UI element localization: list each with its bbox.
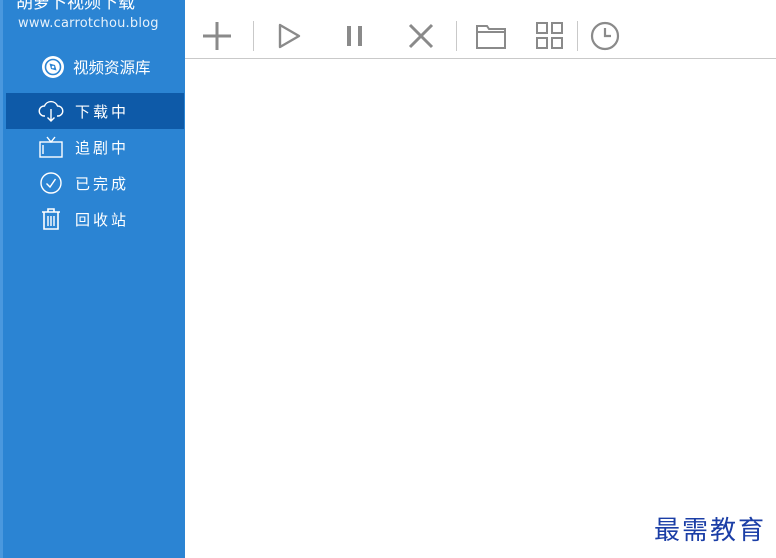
compass-icon — [40, 54, 66, 80]
sidebar-item-completed[interactable]: 已完成 — [6, 165, 184, 201]
delete-button[interactable] — [403, 18, 439, 54]
download-list-area — [185, 59, 776, 558]
sidebar-item-label: 回收站 — [75, 210, 130, 229]
grid-view-button[interactable] — [532, 18, 568, 54]
trash-icon — [38, 207, 64, 231]
pause-icon — [337, 26, 373, 58]
sidebar-item-label: 追剧中 — [75, 138, 130, 157]
grid-icon — [532, 22, 568, 58]
site-url: www.carrotchou.blog — [18, 16, 159, 31]
clock-icon — [587, 21, 623, 58]
start-button[interactable] — [271, 18, 307, 54]
add-icon — [199, 22, 235, 58]
toolbar-separator — [456, 21, 457, 51]
schedule-button[interactable] — [587, 18, 623, 54]
play-icon — [271, 23, 307, 58]
open-folder-button[interactable] — [473, 18, 509, 54]
sidebar-item-following[interactable]: 追剧中 — [6, 129, 184, 165]
check-circle-icon — [38, 171, 64, 195]
watermark: 最需教育 — [654, 516, 767, 546]
folder-icon — [473, 25, 509, 58]
tv-icon — [38, 135, 64, 159]
sidebar-edge — [0, 0, 3, 558]
sidebar-item-label: 已完成 — [75, 174, 130, 193]
resource-library-label: 视频资源库 — [73, 59, 151, 77]
pause-button[interactable] — [337, 18, 373, 54]
add-button[interactable] — [199, 18, 235, 54]
sidebar: 胡萝卜视频下载 www.carrotchou.blog 视频资源库 下载中 追剧… — [0, 0, 185, 558]
delete-icon — [403, 23, 439, 58]
sidebar-item-label: 下载中 — [75, 102, 130, 121]
toolbar — [185, 0, 776, 59]
sidebar-item-recycle-bin[interactable]: 回收站 — [6, 201, 184, 237]
app-title: 胡萝卜视频下载 — [16, 0, 135, 10]
toolbar-separator — [253, 21, 254, 51]
cloud-download-icon — [38, 99, 64, 123]
video-resource-library-button[interactable]: 视频资源库 — [40, 54, 151, 80]
toolbar-separator — [577, 21, 578, 51]
sidebar-nav: 下载中 追剧中 已完成 回收站 — [6, 93, 184, 237]
sidebar-item-downloading[interactable]: 下载中 — [6, 93, 184, 129]
